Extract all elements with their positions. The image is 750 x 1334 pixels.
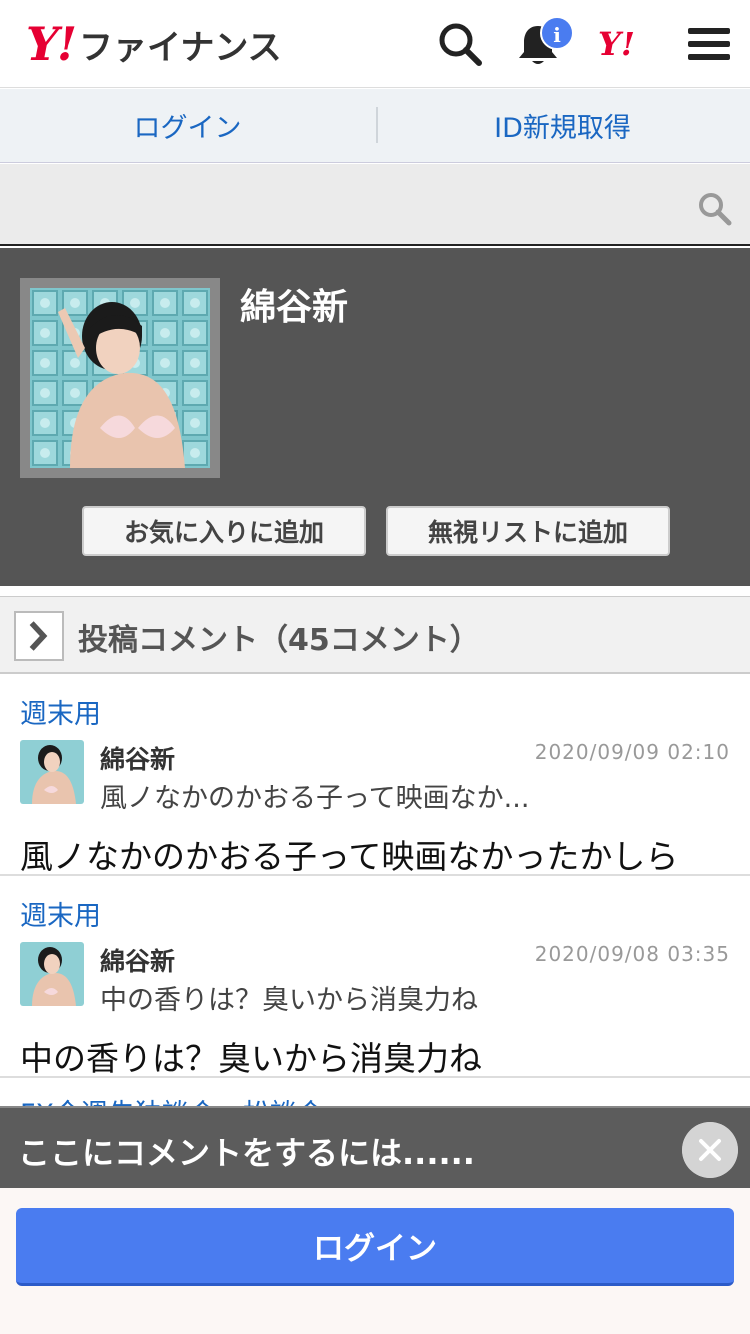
- yahoo-finance-logo[interactable]: Y! ファイナンス: [26, 17, 282, 71]
- yahoo-logo-mark: Y!: [26, 17, 77, 71]
- yahoo-japan-icon[interactable]: Y!: [598, 24, 654, 64]
- comment-username[interactable]: 綿谷新: [100, 740, 175, 776]
- chevron-right-icon[interactable]: [14, 611, 64, 661]
- comments-section-header[interactable]: 投稿コメント（45コメント）: [0, 596, 750, 674]
- profile-name: 綿谷新: [240, 287, 349, 328]
- close-icon[interactable]: [682, 1122, 738, 1178]
- overlay-bar: ここにコメントをするには......: [0, 1106, 750, 1188]
- notification-badge[interactable]: i: [540, 16, 574, 50]
- comment-board-link[interactable]: 週末用: [20, 692, 101, 731]
- profile-photo: [30, 288, 210, 468]
- auth-divider: [376, 107, 378, 143]
- overlay-prompt: ここにコメントをするには......: [18, 1134, 475, 1172]
- overlay-panel: ログイン: [0, 1188, 750, 1334]
- login-button[interactable]: ログイン: [16, 1208, 734, 1286]
- comment-preview: 風ノなかのかおる子って映画なか...: [100, 783, 530, 814]
- comment-avatar: [20, 740, 84, 804]
- comment-board-link[interactable]: 週末用: [20, 894, 101, 933]
- comment-username[interactable]: 綿谷新: [100, 942, 175, 978]
- comment-body: 中の香りは？臭いから消臭力ね: [20, 1039, 482, 1078]
- finance-logo-text: ファイナンス: [79, 27, 282, 68]
- comment-timestamp: 2020/09/09 02:10: [534, 740, 730, 764]
- search-icon[interactable]: [696, 190, 732, 226]
- comments-section-title: 投稿コメント（45コメント）: [78, 623, 480, 658]
- user-profile: 綿谷新 お気に入りに追加 無視リストに追加: [0, 248, 750, 586]
- comment-login-overlay: ここにコメントをするには...... ログイン: [0, 1106, 750, 1334]
- comment-body: 風ノなかのかおる子って映画なかったかしら: [20, 837, 679, 876]
- hamburger-menu-icon[interactable]: [686, 20, 734, 68]
- comment-preview: 中の香りは？臭いから消臭力ね: [100, 985, 478, 1016]
- comment-item[interactable]: 週末用 綿谷新 2020/09/08 03:35 中の香りは？臭いから消臭力ね …: [0, 878, 750, 1078]
- app-header: Y! ファイナンス i Y!: [0, 0, 750, 88]
- comment-item[interactable]: 週末用 綿谷新 2020/09/09 02:10 風ノなかのかおる子って映画なか…: [0, 676, 750, 876]
- profile-avatar: [20, 278, 220, 478]
- auth-bar: ログイン ID新規取得: [0, 89, 750, 163]
- comment-avatar: [20, 942, 84, 1006]
- add-favorite-button[interactable]: お気に入りに追加: [82, 506, 366, 556]
- comment-timestamp: 2020/09/08 03:35: [534, 942, 730, 966]
- search-icon[interactable]: [436, 20, 484, 68]
- search-bar[interactable]: [0, 164, 750, 246]
- login-link[interactable]: ログイン: [0, 89, 375, 162]
- add-ignore-list-button[interactable]: 無視リストに追加: [386, 506, 670, 556]
- signup-link[interactable]: ID新規取得: [375, 89, 750, 162]
